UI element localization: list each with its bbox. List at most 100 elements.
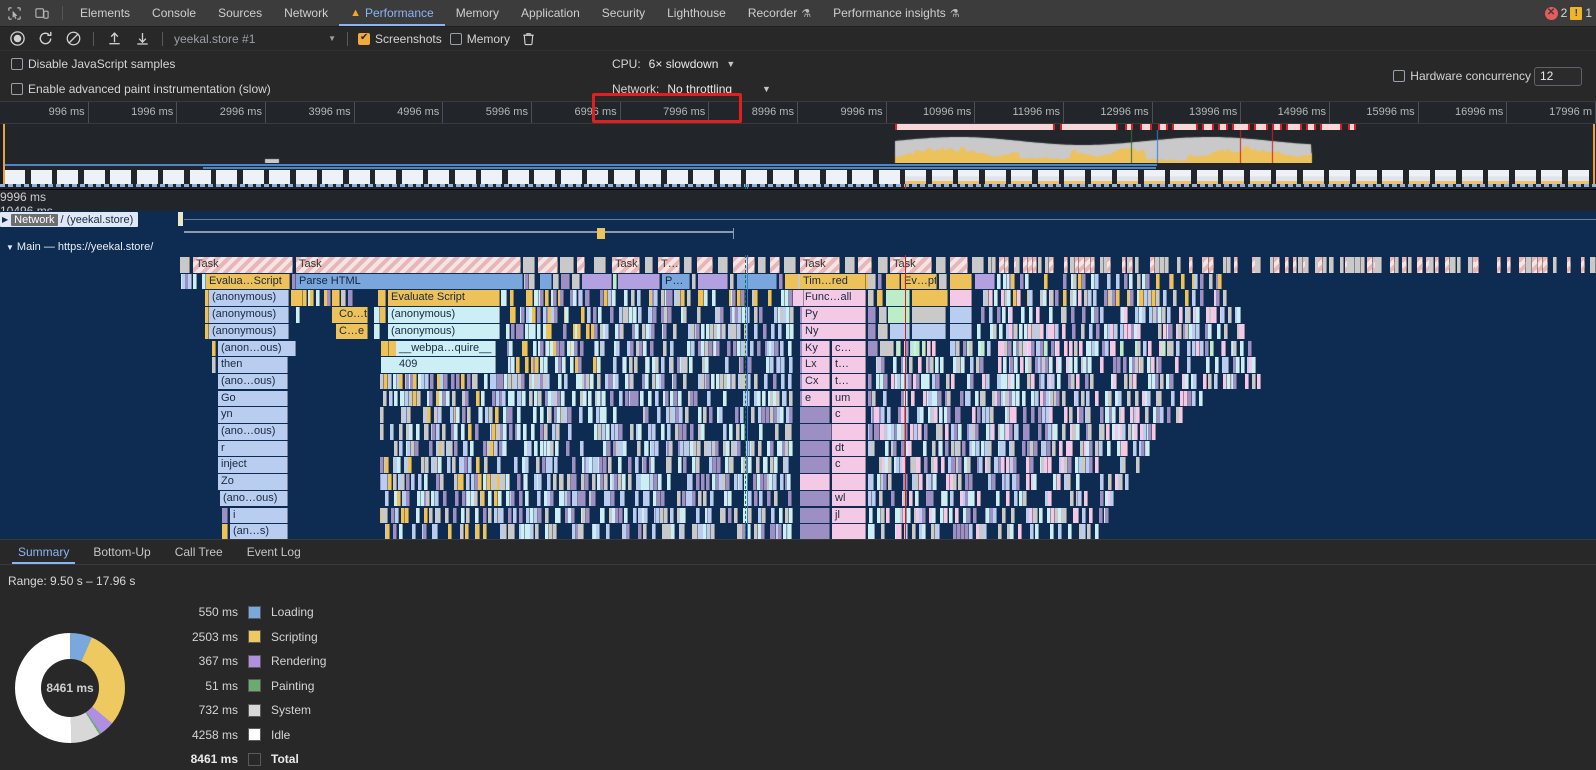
flame-bar[interactable] [1081,390,1085,407]
flame-bar[interactable] [868,340,878,356]
flame-bar[interactable] [737,323,741,340]
flame-bar[interactable] [510,290,514,306]
flame-bar[interactable] [983,524,987,539]
flame-bar[interactable] [594,257,606,273]
flame-bar[interactable] [1137,273,1141,290]
flame-bar[interactable] [1376,257,1382,273]
flame-bar[interactable] [1137,340,1141,356]
flame-bar[interactable] [878,273,882,290]
flame-bar[interactable] [544,357,548,373]
flame-bar[interactable] [973,507,977,523]
flame-bar[interactable] [1227,257,1231,273]
flame-bar[interactable] [1089,507,1093,523]
legend-row[interactable]: 2503 ms Scripting [168,625,326,650]
flame-bar[interactable] [1073,290,1077,306]
flame-bar[interactable] [1136,407,1140,423]
flame-bar[interactable] [1257,373,1261,390]
flame-bar[interactable] [1067,474,1071,490]
flame-bar[interactable] [670,507,674,523]
flame-bar[interactable] [548,407,552,423]
flame-bar[interactable] [1016,373,1020,390]
flame-bar[interactable] [1057,373,1061,390]
flame-bar[interactable] [406,474,410,490]
flame-bar[interactable] [918,424,922,440]
flame-bar[interactable] [1130,290,1134,306]
flame-bar[interactable] [947,407,951,423]
flame-bar[interactable] [1009,307,1013,323]
flame-bar[interactable] [683,373,687,390]
flame-bar[interactable] [1192,290,1196,306]
flame-bar[interactable] [1107,440,1111,457]
flame-bar[interactable] [1429,257,1434,273]
flame-bar[interactable] [757,390,761,407]
flame-bar[interactable] [1590,257,1596,273]
flame-bar[interactable] [613,407,617,423]
flame-bar[interactable] [517,474,521,490]
flame-bar-then[interactable]: then [218,357,288,373]
flame-bar[interactable] [1114,323,1118,340]
flame-bar[interactable] [1133,440,1137,457]
flame-bar[interactable] [1062,323,1066,340]
flame-bar[interactable] [1248,340,1252,356]
flame-bar[interactable] [730,457,734,473]
flame-bar[interactable] [585,474,589,490]
filmstrip-thumbnail[interactable] [1355,170,1377,184]
flame-bar[interactable] [763,323,767,340]
flame-bar-ano-ous[interactable]: (ano…ous) [218,424,288,440]
filmstrip-thumbnail[interactable] [984,170,1006,184]
flame-bar[interactable] [1005,257,1009,273]
flame-bar[interactable] [429,507,433,523]
flame-bar[interactable] [1056,390,1060,407]
flame-bar[interactable] [645,440,649,457]
flame-bar[interactable] [416,424,420,440]
flame-bar-task-short[interactable]: T… [658,257,680,273]
screenshots-checkbox[interactable]: Screenshots [355,32,445,46]
flame-bar[interactable] [380,407,384,423]
flame-bar[interactable] [754,307,758,323]
flame-bar[interactable] [1082,524,1086,539]
filmstrip-thumbnail[interactable] [931,170,953,184]
flame-bar[interactable] [800,407,830,423]
flame-bar[interactable] [1011,273,1015,290]
flame-bar[interactable] [1176,340,1180,356]
legend-row[interactable]: 51 ms Painting [168,674,326,699]
flame-bar[interactable] [447,457,451,473]
flame-bar[interactable] [502,390,506,407]
flame-bar[interactable] [975,273,995,290]
flame-bar[interactable] [789,357,793,373]
flame-bar-um[interactable]: um [832,390,866,407]
flame-bar[interactable] [426,490,430,507]
flame-bar[interactable] [310,290,314,306]
flame-bar[interactable] [1035,390,1039,407]
flame-bar[interactable] [1044,273,1048,290]
flame-bar[interactable] [969,340,973,356]
flame-bar[interactable] [1074,357,1078,373]
flame-bar[interactable] [597,373,601,390]
flame-bar[interactable] [590,373,594,390]
flame-bar[interactable] [689,357,693,373]
flame-bar[interactable] [701,424,705,440]
flame-bar[interactable] [1052,440,1056,457]
flame-bar[interactable] [1140,357,1144,373]
flame-bar[interactable] [1011,440,1015,457]
flame-bar[interactable] [758,440,762,457]
flame-bar[interactable] [619,424,623,440]
flame-bar[interactable] [698,407,702,423]
flame-bar[interactable] [583,390,587,407]
flame-bar[interactable] [658,474,662,490]
flame-bar[interactable] [545,507,549,523]
flame-bar[interactable] [692,273,696,290]
flame-bar[interactable] [754,373,758,390]
flame-bar[interactable] [618,273,660,290]
flame-bar[interactable] [832,424,866,440]
flame-bar[interactable] [1069,407,1073,423]
flame-bar[interactable] [593,307,597,323]
flame-bar[interactable] [1129,273,1133,290]
flame-bar[interactable] [633,307,637,323]
filmstrip-thumbnail[interactable] [163,170,184,184]
filmstrip-thumbnail[interactable] [1090,170,1112,184]
flame-bar[interactable] [1200,273,1204,290]
flame-bar[interactable] [868,307,876,323]
flame-bar[interactable] [958,474,962,490]
flame-bar[interactable] [407,407,411,423]
